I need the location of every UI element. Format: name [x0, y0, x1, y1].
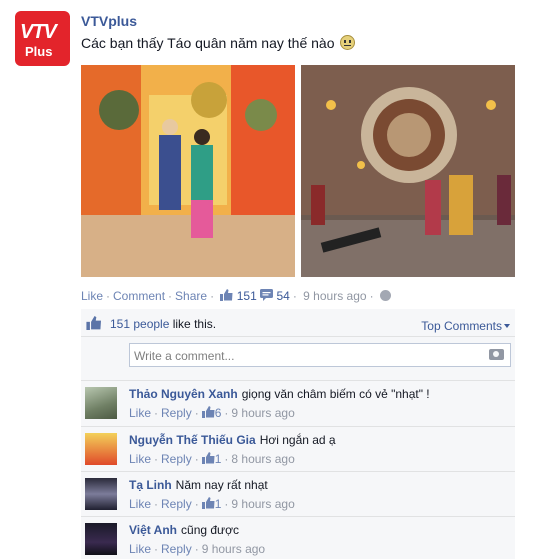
comment-author: Việt Anh cũng được: [129, 523, 239, 537]
comment-likes-count[interactable]: 1: [215, 497, 222, 511]
comment-author: Thảo Nguyên Xanh giọng văn châm biếm có v…: [129, 387, 430, 401]
commenter-avatar[interactable]: [85, 478, 117, 510]
comment-item: Nguyễn Thế Thiếu Gia Hơi ngắn ad ạ Like · R…: [81, 426, 515, 471]
comment-like-link[interactable]: Like: [129, 452, 151, 466]
top-comments-dropdown[interactable]: Top Comments: [421, 319, 510, 333]
comment-reply-link[interactable]: Reply: [161, 452, 192, 466]
post-message: Các bạn thấy Táo quân năm nay thế nào: [81, 35, 335, 51]
comment-author-name[interactable]: Việt Anh: [129, 523, 177, 537]
likes-summary-text: 151 people like this.: [110, 317, 216, 331]
page-avatar[interactable]: VTV Plus: [15, 11, 70, 66]
comment-meta: Like · Reply · 6 · 9 hours ago: [129, 406, 295, 420]
comment-reply-link[interactable]: Reply: [161, 542, 192, 556]
comment-input[interactable]: [134, 348, 474, 363]
comment-meta: Like · Reply · 1 · 8 hours ago: [129, 452, 295, 466]
post-photo-2[interactable]: [301, 65, 515, 277]
thumbs-up-icon: [86, 316, 101, 330]
comment-text: giọng văn châm biếm có vẻ "nhạt" !: [241, 387, 430, 401]
comment-likes-count[interactable]: 1: [215, 452, 222, 466]
camera-icon[interactable]: [489, 349, 504, 360]
comment-author-name[interactable]: Thảo Nguyên Xanh: [129, 387, 238, 401]
stage-scene-2: [301, 65, 515, 277]
comment-link[interactable]: Comment: [113, 289, 165, 303]
comment-like-link[interactable]: Like: [129, 542, 151, 556]
feedback-panel: 151 people like this. Top Comments Thảo …: [81, 309, 515, 559]
comment-reply-link[interactable]: Reply: [161, 406, 192, 420]
comment-likes-count[interactable]: 6: [215, 406, 222, 420]
post-photo-1[interactable]: [81, 65, 295, 277]
comments-count[interactable]: 54: [276, 289, 289, 303]
commenter-avatar[interactable]: [85, 523, 117, 555]
top-comments-label: Top Comments: [421, 319, 502, 333]
comment-item: Tạ Linh Năm nay rất nhạt Like · Reply · 1 · 9 h…: [81, 471, 515, 516]
comment-timestamp[interactable]: 9 hours ago: [231, 497, 294, 511]
thumbs-up-icon: [201, 497, 215, 509]
thumbs-up-icon: [201, 406, 215, 418]
comment-item: Việt Anh cũng được Like · Reply · 9 hours ago: [81, 516, 515, 559]
likes-people-link[interactable]: 151 people: [110, 317, 169, 331]
comment-meta: Like · Reply · 1 · 9 hours ago: [129, 497, 295, 511]
comment-author-name[interactable]: Nguyễn Thế Thiếu Gia: [129, 433, 256, 447]
globe-icon: [379, 290, 391, 301]
comment-meta: Like · Reply · 9 hours ago: [129, 542, 266, 556]
comment-text: cũng được: [181, 523, 239, 537]
comment-reply-link[interactable]: Reply: [161, 497, 192, 511]
share-link[interactable]: Share: [175, 289, 207, 303]
like-link[interactable]: Like: [81, 289, 103, 303]
likes-summary: 151 people like this. Top Comments: [81, 309, 515, 337]
comment-text: Hơi ngắn ad ạ: [259, 433, 336, 447]
commenter-avatar[interactable]: [85, 433, 117, 465]
comment-author: Nguyễn Thế Thiếu Gia Hơi ngắn ad ạ: [129, 433, 336, 447]
avatar-text-vtv: VTV: [20, 21, 57, 43]
comment-text: Năm nay rất nhạt: [175, 478, 268, 492]
thumbs-up-icon: [220, 289, 233, 301]
post-timestamp[interactable]: 9 hours ago: [303, 289, 366, 303]
chevron-down-icon: [504, 324, 510, 328]
comment-composer[interactable]: [129, 343, 511, 367]
stage-scene-1: [81, 65, 295, 277]
comment-item: Thảo Nguyên Xanh giọng văn châm biếm có v…: [81, 380, 515, 426]
comment-timestamp[interactable]: 9 hours ago: [231, 406, 294, 420]
page-name-link[interactable]: VTVplus: [81, 13, 137, 29]
comment-author: Tạ Linh Năm nay rất nhạt: [129, 478, 268, 492]
thumbs-up-icon: [201, 452, 215, 464]
post-actions: Like · Comment · Share · 151 54 · 9 hours ago ·: [81, 289, 391, 303]
likes-suffix: like this.: [169, 317, 217, 331]
comment-like-link[interactable]: Like: [129, 406, 151, 420]
comment-author-name[interactable]: Tạ Linh: [129, 478, 172, 492]
avatar-text-plus: Plus: [25, 44, 53, 59]
post-text: Các bạn thấy Táo quân năm nay thế nào: [81, 35, 356, 51]
comment-like-link[interactable]: Like: [129, 497, 151, 511]
neutral-face-icon: [340, 35, 356, 50]
likes-count[interactable]: 151: [237, 289, 257, 303]
comment-timestamp[interactable]: 9 hours ago: [202, 542, 265, 556]
comment-bubble-icon: [260, 289, 274, 301]
commenter-avatar[interactable]: [85, 387, 117, 419]
comment-timestamp[interactable]: 8 hours ago: [231, 452, 294, 466]
